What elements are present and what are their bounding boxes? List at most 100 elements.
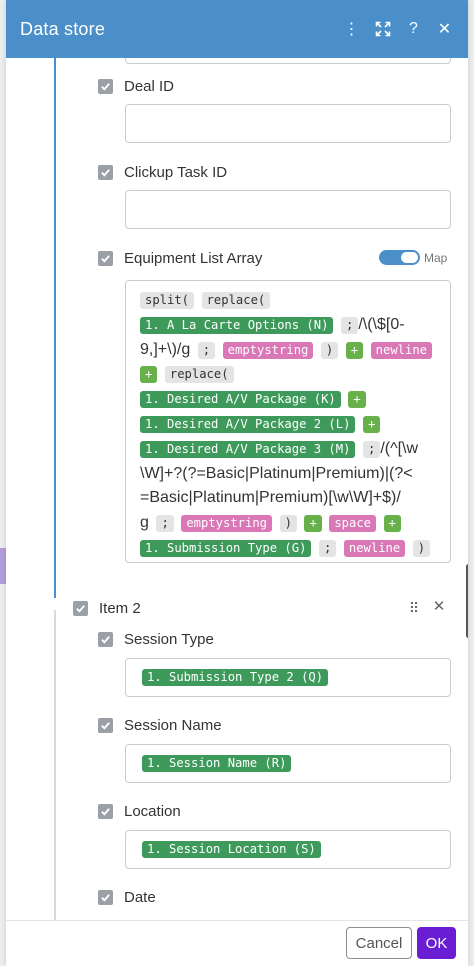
session-type-row: Session Type — [98, 631, 214, 648]
expr-text: =Basic|Platinum|Premium)[\w\W]+$)/ — [140, 489, 401, 507]
close-icon[interactable]: ✕ — [429, 14, 460, 44]
location-input[interactable]: 1. Session Location (S) — [125, 830, 451, 869]
variable-token[interactable]: 1. Session Name (R) — [142, 755, 292, 772]
clickup-task-id-row: Clickup Task ID — [98, 164, 227, 181]
expr-line: 9,]+\)/g ; emptystring ) + newline — [140, 338, 442, 363]
expr-line: + replace( — [140, 362, 442, 387]
expr-line: split( replace( — [140, 288, 442, 313]
checkbox-icon[interactable] — [98, 804, 113, 819]
keyword-token[interactable]: newline — [343, 539, 406, 557]
separator-token[interactable]: ; — [197, 341, 216, 359]
variable-token[interactable]: 1. Desired A/V Package 2 (L) — [140, 415, 356, 433]
remove-item-icon[interactable]: ✕ — [432, 599, 446, 615]
session-name-row: Session Name — [98, 717, 222, 734]
separator-token[interactable]: ; — [362, 440, 381, 458]
expand-icon[interactable] — [367, 14, 398, 44]
map-toggle[interactable]: Map — [379, 250, 447, 265]
deal-id-input[interactable] — [125, 104, 451, 143]
dialog-header: Data store ⋮ ? ✕ — [6, 0, 468, 58]
previous-field-box[interactable] — [125, 58, 451, 64]
plus-operator-token[interactable]: + — [383, 515, 401, 533]
close-paren-token[interactable]: ) — [412, 539, 431, 557]
expr-line: =Basic|Platinum|Premium)[\w\W]+$)/ — [140, 486, 442, 511]
session-type-input[interactable]: 1. Submission Type 2 (Q) — [125, 658, 451, 697]
map-toggle-switch[interactable] — [379, 250, 420, 265]
toggle-knob — [401, 252, 418, 263]
session-name-label: Session Name — [124, 717, 222, 734]
checkbox-icon[interactable] — [98, 632, 113, 647]
function-token[interactable]: split( — [140, 292, 195, 309]
separator-token[interactable]: ; — [340, 316, 359, 334]
data-store-dialog: Data store ⋮ ? ✕ Deal ID Clickup Task ID — [6, 0, 468, 966]
scrollbar-thumb[interactable] — [466, 564, 468, 638]
expr-line: 1. Desired A/V Package 3 (M) ;/(^[\w — [140, 437, 442, 462]
variable-token[interactable]: 1. A La Carte Options (N) — [140, 316, 334, 334]
drag-handle-icon[interactable]: ⠿ — [408, 600, 420, 616]
close-paren-token[interactable]: ) — [320, 341, 339, 359]
plus-operator-token[interactable]: + — [348, 391, 366, 409]
checkbox-icon[interactable] — [98, 718, 113, 733]
checkbox-icon[interactable] — [98, 890, 113, 905]
expr-line: 1. Desired A/V Package (K) + — [140, 387, 442, 412]
expr-text: /\(\$[0- — [358, 315, 405, 333]
deal-id-row: Deal ID — [98, 78, 174, 95]
session-type-label: Session Type — [124, 631, 214, 648]
plus-operator-token[interactable]: + — [140, 366, 158, 384]
item2-header: Item 2 — [73, 600, 141, 617]
expr-text: /(^[\w — [380, 439, 419, 457]
dialog-footer: Cancel OK — [6, 920, 468, 966]
checkbox-icon[interactable] — [98, 251, 113, 266]
expr-line: g ; emptystring ) + space + — [140, 511, 442, 536]
location-label: Location — [124, 803, 181, 820]
keyword-token[interactable]: emptystring — [181, 515, 273, 533]
dialog-title: Data store — [20, 18, 106, 39]
clickup-task-id-input[interactable] — [125, 190, 451, 229]
keyword-token[interactable]: space — [329, 515, 376, 533]
expr-text: g — [140, 514, 149, 532]
expr-text: \W]+?(?=Basic|Platinum|Premium)|(?< — [140, 464, 413, 482]
header-actions: ⋮ ? ✕ — [336, 14, 460, 44]
item1-tree-line — [54, 58, 56, 598]
equipment-list-row: Equipment List Array — [98, 250, 262, 267]
expr-text: 9,]+\)/g — [140, 340, 191, 358]
help-icon[interactable]: ? — [398, 14, 429, 44]
clickup-task-id-label: Clickup Task ID — [124, 164, 228, 181]
function-token[interactable]: replace( — [201, 292, 271, 309]
checkbox-icon[interactable] — [98, 79, 113, 94]
expr-line: 1. A La Carte Options (N) ;/\(\$[0- — [140, 313, 442, 338]
variable-token[interactable]: 1. Submission Type 2 (Q) — [142, 669, 329, 686]
variable-token[interactable]: 1. Desired A/V Package (K) — [140, 391, 341, 409]
plus-operator-token[interactable]: + — [362, 415, 381, 433]
keyword-token[interactable]: emptystring — [222, 341, 314, 359]
checkbox-icon[interactable] — [73, 601, 88, 616]
plus-operator-token[interactable]: + — [304, 515, 322, 533]
date-row: Date — [98, 889, 156, 906]
variable-token[interactable]: 1. Session Location (S) — [142, 841, 321, 858]
ok-button[interactable]: OK — [417, 927, 456, 959]
item2-label: Item 2 — [99, 600, 141, 617]
close-paren-token[interactable]: ) — [279, 515, 297, 533]
deal-id-label: Deal ID — [124, 78, 175, 95]
variable-token[interactable]: 1. Submission Type (G) — [140, 539, 312, 557]
checkbox-icon[interactable] — [98, 165, 113, 180]
session-name-input[interactable]: 1. Session Name (R) — [125, 744, 451, 783]
map-toggle-label: Map — [424, 250, 448, 265]
item2-tree-line — [54, 610, 56, 920]
cancel-button[interactable]: Cancel — [346, 927, 412, 959]
expr-line: \W]+?(?=Basic|Platinum|Premium)|(?< — [140, 462, 442, 487]
expr-line: 1. Desired A/V Package 2 (L) + — [140, 412, 442, 437]
kebab-menu-icon[interactable]: ⋮ — [336, 14, 367, 44]
expr-line: 1. Submission Type (G) ; newline ) — [140, 536, 442, 561]
separator-token[interactable]: ; — [318, 539, 337, 557]
plus-operator-token[interactable]: + — [345, 341, 364, 359]
keyword-token[interactable]: newline — [370, 341, 433, 359]
equipment-list-label: Equipment List Array — [124, 250, 263, 267]
date-label: Date — [124, 889, 156, 906]
location-row: Location — [98, 803, 181, 820]
canvas-background-right — [468, 0, 474, 966]
function-token[interactable]: replace( — [164, 366, 234, 384]
variable-token[interactable]: 1. Desired A/V Package 3 (M) — [140, 440, 356, 458]
equipment-expression-editor[interactable]: split( replace( 1. A La Carte Options (N… — [125, 280, 451, 563]
separator-token[interactable]: ; — [156, 515, 174, 533]
dialog-body[interactable]: Deal ID Clickup Task ID Equipment List A… — [6, 58, 468, 920]
